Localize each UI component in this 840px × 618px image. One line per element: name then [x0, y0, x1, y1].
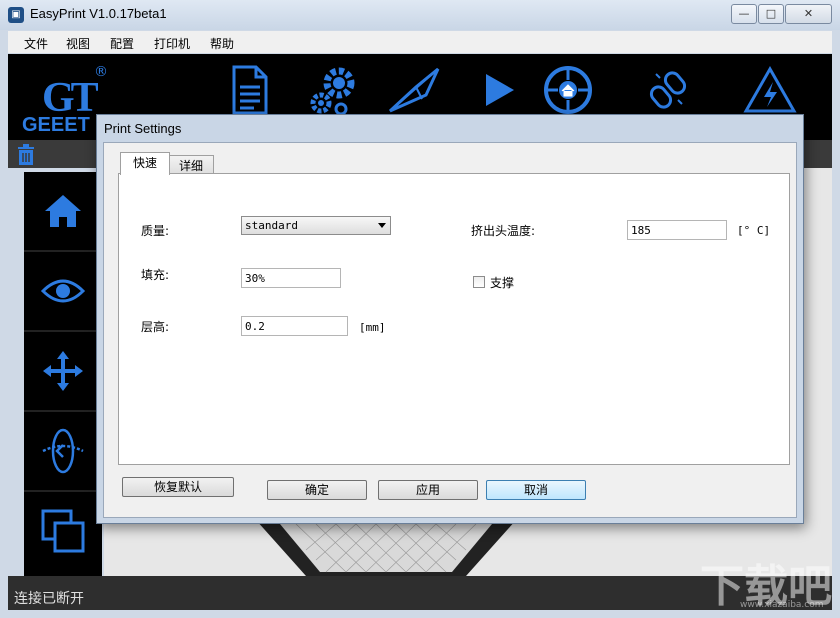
menu-help[interactable]: 帮助 [210, 35, 234, 52]
warning-bolt-icon[interactable] [742, 62, 798, 118]
print-settings-dialog: Print Settings 快速 详细 质量: standard 填充: 30… [96, 114, 804, 524]
document-icon[interactable] [222, 62, 278, 118]
connection-status: 连接已断开 [14, 591, 84, 607]
minimize-button[interactable]: — [731, 4, 757, 24]
copy-icon[interactable] [24, 492, 102, 570]
slice-icon[interactable] [386, 62, 442, 118]
tab-pane-quick: 质量: standard 填充: 30% 层高: 0.2 [mm] 挤出头温度:… [118, 173, 790, 465]
extruder-temp-label: 挤出头温度: [471, 224, 536, 238]
apply-button[interactable]: 应用 [378, 480, 478, 500]
support-label: 支撑 [490, 276, 515, 290]
restore-default-button[interactable]: 恢复默认 [122, 477, 234, 497]
chevron-down-icon [378, 223, 386, 228]
cancel-button[interactable]: 取消 [486, 480, 586, 500]
eye-icon[interactable] [24, 252, 102, 332]
move-icon[interactable] [24, 332, 102, 412]
window-title: EasyPrint V1.0.17beta1 [30, 6, 167, 21]
ok-button[interactable]: 确定 [267, 480, 367, 500]
trash-icon[interactable] [16, 144, 36, 165]
dialog-title: Print Settings [104, 121, 182, 136]
tab-quick[interactable]: 快速 [120, 152, 170, 175]
close-button[interactable]: ✕ [785, 4, 832, 24]
extruder-temp-unit: [° C] [737, 224, 771, 237]
extruder-temp-input[interactable]: 185 [627, 220, 727, 240]
menu-view[interactable]: 视图 [66, 35, 90, 52]
print-bed [256, 520, 516, 576]
rotate-icon[interactable] [24, 412, 102, 492]
menu-printer[interactable]: 打印机 [154, 35, 190, 52]
logo-registered: ® [94, 64, 108, 80]
logo-text: GEEET [22, 114, 90, 136]
window-titlebar: ▣ EasyPrint V1.0.17beta1 — □ ✕ [0, 0, 840, 30]
quality-value: standard [245, 219, 298, 232]
dialog-body: 快速 详细 质量: standard 填充: 30% 层高: 0.2 [mm] … [103, 142, 797, 518]
support-checkbox[interactable] [473, 276, 485, 288]
maximize-button[interactable]: □ [758, 4, 784, 24]
left-sidebar [24, 172, 102, 576]
link-icon[interactable] [640, 62, 696, 118]
infill-label: 填充: [141, 268, 170, 282]
watermark-url: www.xiazaiba.com [740, 600, 824, 610]
home-target-icon[interactable] [540, 62, 596, 118]
quality-label: 质量: [141, 224, 170, 238]
gears-icon[interactable] [306, 62, 362, 118]
menubar: 文件 视图 配置 打印机 帮助 [8, 31, 832, 53]
menu-config[interactable]: 配置 [110, 35, 134, 52]
layer-height-label: 层高: [141, 320, 170, 334]
layer-height-unit: [mm] [359, 321, 386, 334]
infill-input[interactable]: 30% [241, 268, 341, 288]
quality-select[interactable]: standard [241, 216, 391, 235]
menu-file[interactable]: 文件 [24, 35, 48, 52]
app-icon: ▣ [8, 7, 24, 23]
play-icon[interactable] [470, 62, 526, 118]
layer-height-input[interactable]: 0.2 [241, 316, 348, 336]
home-icon[interactable] [24, 172, 102, 252]
